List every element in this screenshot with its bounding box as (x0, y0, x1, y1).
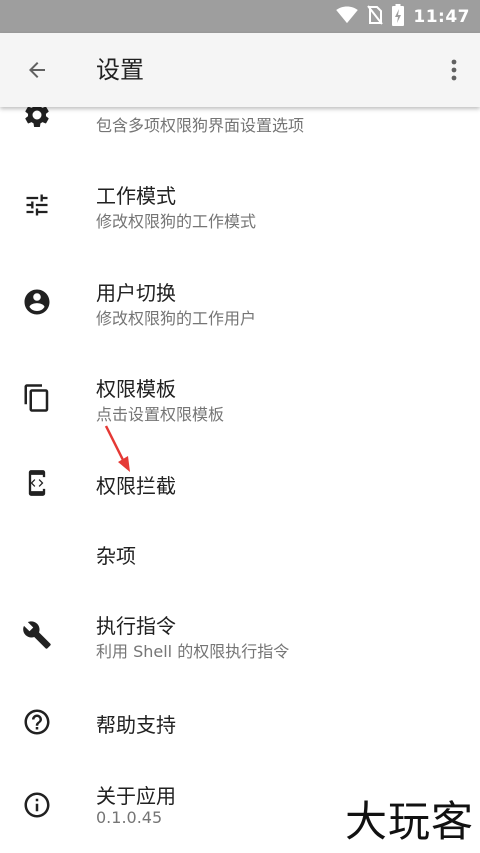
item-subtitle: 点击设置权限模板 (96, 405, 225, 424)
page-title: 设置 (96, 56, 144, 84)
list-item-permission-template[interactable]: 权限模板 点击设置权限模板 (0, 363, 480, 433)
list-item-work-mode[interactable]: 工作模式 修改权限狗的工作模式 (0, 170, 480, 240)
item-subtitle: 利用 Shell 的权限执行指令 (96, 642, 290, 661)
item-title: 用户切换 (96, 281, 176, 305)
settings-list: 包含多项权限狗界面设置选项 工作模式 修改权限狗的工作模式 用户切换 修改权限狗… (0, 0, 480, 853)
list-item-help-support[interactable]: 帮助支持 (0, 694, 480, 750)
help-circle-icon (20, 705, 54, 739)
watermark: 大玩客 (344, 797, 474, 846)
overflow-menu-button[interactable] (442, 50, 466, 90)
arrow-back-icon (29, 62, 45, 78)
info-icon (20, 788, 54, 822)
app-bar: 设置 (0, 33, 480, 107)
item-subtitle: 0.1.0.45 (96, 808, 163, 827)
wifi-icon (336, 5, 359, 28)
tune-sliders-icon (20, 188, 54, 222)
list-item-permission-intercept[interactable]: 权限拦截 (0, 455, 480, 511)
item-title: 帮助支持 (96, 713, 176, 737)
wrench-icon (20, 618, 54, 652)
item-title: 关于应用 (96, 784, 176, 808)
item-title: 权限模板 (96, 377, 176, 401)
item-title: 工作模式 (96, 184, 176, 208)
item-title: 杂项 (96, 544, 136, 568)
battery-charging-icon (392, 3, 405, 30)
item-subtitle: 包含多项权限狗界面设置选项 (96, 116, 305, 135)
status-bar: 11:47 (0, 0, 480, 33)
item-title: 执行指令 (96, 614, 176, 638)
more-vert-icon (451, 59, 457, 81)
account-circle-icon (20, 285, 54, 319)
list-item-execute-command[interactable]: 执行指令 利用 Shell 的权限执行指令 (0, 600, 480, 670)
list-item-user-switch[interactable]: 用户切换 修改权限狗的工作用户 (0, 267, 480, 337)
back-button[interactable] (17, 50, 57, 90)
phone-code-icon (20, 466, 54, 500)
copy-icon (20, 381, 54, 415)
list-item-misc[interactable]: 杂项 (0, 527, 480, 579)
no-sim-icon (367, 4, 384, 29)
annotation-arrow (104, 425, 130, 472)
status-time: 11:47 (413, 6, 470, 27)
item-subtitle: 修改权限狗的工作用户 (96, 309, 257, 328)
item-subtitle: 修改权限狗的工作模式 (96, 212, 257, 231)
